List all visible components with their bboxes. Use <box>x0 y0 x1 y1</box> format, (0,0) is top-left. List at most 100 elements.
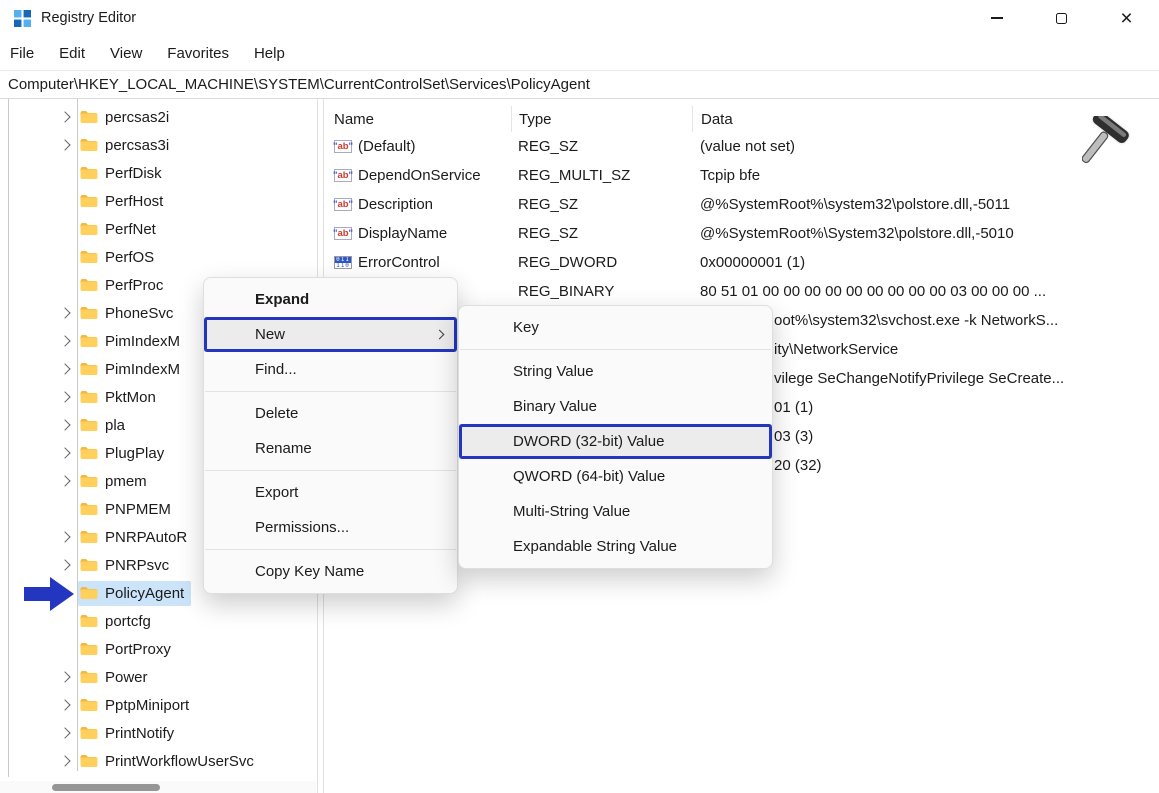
context-menu-item-expand[interactable]: Expand <box>204 282 457 317</box>
tree-item-percsas3i[interactable]: percsas3i <box>0 131 318 159</box>
expand-chevron-icon[interactable] <box>59 671 70 682</box>
value-type: REG_SZ <box>511 196 692 213</box>
folder-icon <box>80 362 98 376</box>
value-row-dependonservice[interactable]: "ab"DependOnServiceREG_MULTI_SZTcpip bfe <box>324 161 1159 190</box>
menu-separator <box>205 391 456 392</box>
folder-icon <box>80 474 98 488</box>
folder-icon <box>80 642 98 656</box>
tree-horizontal-scrollbar-thumb[interactable] <box>52 784 160 791</box>
context-menu-item-find[interactable]: Find... <box>204 352 457 387</box>
annotation-highlight-box <box>204 317 457 352</box>
new-submenu-item-expandable-string-value[interactable]: Expandable String Value <box>459 529 772 564</box>
expand-chevron-icon[interactable] <box>59 755 70 766</box>
minimize-button[interactable] <box>964 0 1029 36</box>
value-type: REG_DWORD <box>511 254 692 271</box>
new-submenu-item-multi-string-value[interactable]: Multi-String Value <box>459 494 772 529</box>
tree-item-perfnet[interactable]: PerfNet <box>0 215 318 243</box>
tree-item-percsas2i[interactable]: percsas2i <box>0 103 318 131</box>
tree-item-label: PerfHost <box>105 193 163 210</box>
value-row-displayname[interactable]: "ab"DisplayNameREG_SZ@%SystemRoot%\Syste… <box>324 219 1159 248</box>
value-row-errorcontrol[interactable]: 011110ErrorControlREG_DWORD0x00000001 (1… <box>324 248 1159 277</box>
tree-item-perfos[interactable]: PerfOS <box>0 243 318 271</box>
close-button[interactable]: × <box>1094 0 1159 36</box>
context-menu-item-rename[interactable]: Rename <box>204 431 457 466</box>
expand-chevron-icon[interactable] <box>59 335 70 346</box>
submenu-arrow-icon <box>435 330 445 340</box>
menu-view[interactable]: View <box>109 43 143 64</box>
close-icon: × <box>1120 8 1132 29</box>
tree-item-label: PlugPlay <box>105 445 164 462</box>
value-name-cell: "ab"Description <box>324 196 511 213</box>
expand-chevron-icon[interactable] <box>59 391 70 402</box>
menu-item-label: New <box>255 326 285 343</box>
menu-edit[interactable]: Edit <box>58 43 86 64</box>
tree-item-label: PNPMEM <box>105 501 171 518</box>
tree-item-printnotify[interactable]: PrintNotify <box>0 719 318 747</box>
tree-item-label: PimIndexM <box>105 333 180 350</box>
tree-item-label: percsas2i <box>105 109 169 126</box>
expand-chevron-icon[interactable] <box>59 699 70 710</box>
tree-item-label: PrintWorkflowUserSvc <box>105 753 254 770</box>
tree-item-portproxy[interactable]: PortProxy <box>0 635 318 663</box>
tree-item-label: PerfOS <box>105 249 154 266</box>
context-menu-item-export[interactable]: Export <box>204 475 457 510</box>
new-submenu-item-binary-value[interactable]: Binary Value <box>459 389 772 424</box>
maximize-button[interactable] <box>1029 0 1094 36</box>
menu-bar: File Edit View Favorites Help <box>0 36 1159 70</box>
new-submenu-item-key[interactable]: Key <box>459 310 772 345</box>
address-bar[interactable]: Computer\HKEY_LOCAL_MACHINE\SYSTEM\Curre… <box>0 70 1159 99</box>
expand-chevron-icon[interactable] <box>59 447 70 458</box>
expand-chevron-icon[interactable] <box>59 419 70 430</box>
value-row-description[interactable]: "ab"DescriptionREG_SZ@%SystemRoot%\syste… <box>324 190 1159 219</box>
registry-editor-app-icon <box>14 10 31 27</box>
tree-item-perfdisk[interactable]: PerfDisk <box>0 159 318 187</box>
value-name: (Default) <box>358 138 416 155</box>
new-submenu-item-string-value[interactable]: String Value <box>459 354 772 389</box>
new-submenu-item-qword-64-bit-value[interactable]: QWORD (64-bit) Value <box>459 459 772 494</box>
value-name: DisplayName <box>358 225 447 242</box>
tree-item-printworkflowusersvc[interactable]: PrintWorkflowUserSvc <box>0 747 318 775</box>
menu-item-label: Export <box>255 484 298 501</box>
expand-chevron-icon[interactable] <box>59 475 70 486</box>
context-menu-item-permissions[interactable]: Permissions... <box>204 510 457 545</box>
tree-item-label: PerfNet <box>105 221 156 238</box>
folder-icon <box>80 418 98 432</box>
context-menu-item-new[interactable]: New <box>204 317 457 352</box>
folder-icon <box>80 530 98 544</box>
folder-icon <box>80 390 98 404</box>
value-row-default[interactable]: "ab"(Default)REG_SZ(value not set) <box>324 132 1159 161</box>
tree-item-pptpminiport[interactable]: PptpMiniport <box>0 691 318 719</box>
expand-chevron-icon[interactable] <box>59 531 70 542</box>
menu-item-label: Rename <box>255 440 312 457</box>
new-submenu-item-dword-32-bit-value[interactable]: DWORD (32-bit) Value <box>459 424 772 459</box>
expand-chevron-icon[interactable] <box>59 307 70 318</box>
tree-item-perfhost[interactable]: PerfHost <box>0 187 318 215</box>
column-header-name[interactable]: Name <box>324 106 511 132</box>
value-data: 0x00000001 (1) <box>692 254 1159 271</box>
tree-horizontal-scrollbar[interactable] <box>0 781 316 793</box>
folder-icon <box>80 278 98 292</box>
tree-item-power[interactable]: Power <box>0 663 318 691</box>
folder-icon <box>80 670 98 684</box>
tree-item-label: percsas3i <box>105 137 169 154</box>
expand-chevron-icon[interactable] <box>59 363 70 374</box>
tree-item-label: PNRPAutoR <box>105 529 187 546</box>
value-name: ErrorControl <box>358 254 440 271</box>
registry-editor-window: { "colors": { "annotation_blue": "#2336b… <box>0 0 1159 793</box>
value-name-cell: 011110ErrorControl <box>324 254 511 271</box>
menu-help[interactable]: Help <box>253 43 286 64</box>
value-name-cell: "ab"DisplayName <box>324 225 511 242</box>
context-menu-item-delete[interactable]: Delete <box>204 396 457 431</box>
context-menu-item-copy-key-name[interactable]: Copy Key Name <box>204 554 457 589</box>
value-name-cell: "ab"DependOnService <box>324 167 511 184</box>
value-name: DependOnService <box>358 167 481 184</box>
menu-favorites[interactable]: Favorites <box>166 43 230 64</box>
expand-chevron-icon[interactable] <box>59 111 70 122</box>
menu-file[interactable]: File <box>9 43 35 64</box>
value-type: REG_SZ <box>511 138 692 155</box>
expand-chevron-icon[interactable] <box>59 727 70 738</box>
expand-chevron-icon[interactable] <box>59 559 70 570</box>
column-header-type[interactable]: Type <box>511 106 692 132</box>
tree-item-label: PolicyAgent <box>105 585 184 602</box>
expand-chevron-icon[interactable] <box>59 139 70 150</box>
